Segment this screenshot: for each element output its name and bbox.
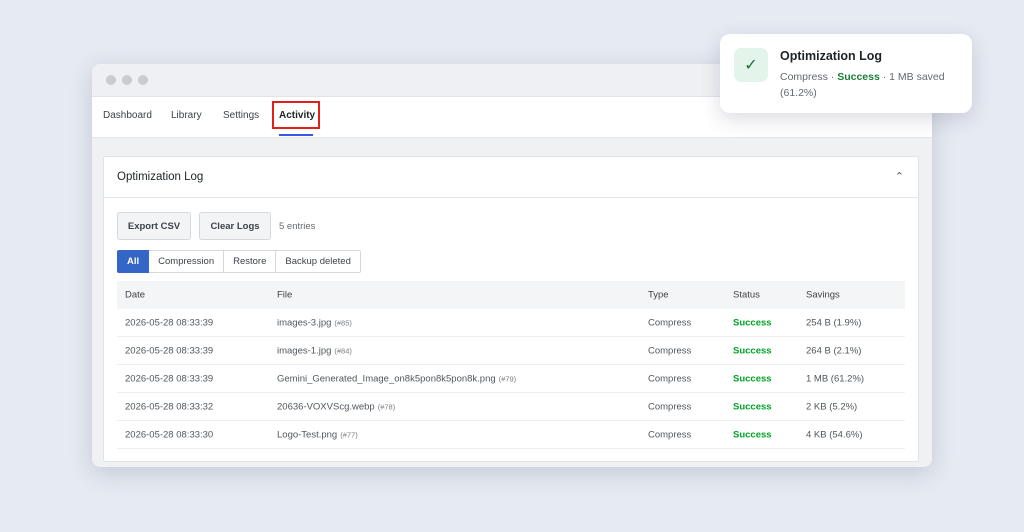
toast-type: Compress (780, 71, 828, 83)
window-maximize-dot[interactable] (138, 75, 148, 85)
row-date: 2026-05-28 08:33:39 (125, 345, 214, 356)
table-row: 2026-05-28 08:33:39 images-3.jpg (#85) Co… (117, 309, 905, 337)
row-type: Compress (648, 317, 692, 328)
toast-separator: · (830, 71, 835, 83)
row-file-id: (#77) (340, 430, 358, 439)
row-savings: 2 KB (5.2%) (806, 401, 858, 412)
tab-dashboard[interactable]: Dashboard (103, 110, 152, 121)
row-savings: 4 KB (54.6%) (806, 429, 863, 440)
row-savings: 254 B (1.9%) (806, 317, 862, 328)
row-savings: 264 B (2.1%) (806, 345, 862, 356)
tab-library[interactable]: Library (171, 110, 202, 121)
header-file[interactable]: File (277, 290, 292, 301)
entries-count: 5 entries (279, 221, 316, 232)
filter-restore[interactable]: Restore (224, 250, 277, 273)
filter-backup-deleted[interactable]: Backup deleted (276, 250, 361, 273)
card-header[interactable]: Optimization Log ⌃ (104, 157, 918, 198)
chevron-up-icon[interactable]: ⌃ (895, 170, 904, 183)
toast-notification[interactable]: ✓ Optimization Log Compress · Success · … (720, 34, 972, 113)
filter-all[interactable]: All (117, 250, 150, 273)
toast-separator: · (882, 71, 887, 83)
active-tab-indicator (279, 134, 313, 136)
table-row: 2026-05-28 08:33:32 20636-VOXVScg.webp (#… (117, 393, 905, 421)
row-type: Compress (648, 429, 692, 440)
table-row: 2026-05-28 08:33:30 Logo-Test.png (#77) C… (117, 421, 905, 449)
header-savings[interactable]: Savings (806, 290, 840, 301)
highlight-annotation-box (272, 101, 320, 129)
row-file: images-3.jpg (#85) (277, 317, 352, 328)
row-type: Compress (648, 345, 692, 356)
row-date: 2026-05-28 08:33:39 (125, 373, 214, 384)
header-status[interactable]: Status (733, 290, 760, 301)
clear-logs-button[interactable]: Clear Logs (199, 212, 271, 240)
window-minimize-dot[interactable] (122, 75, 132, 85)
toast-message: Compress · Success · 1 MB saved (61.2%) (780, 69, 960, 101)
row-date: 2026-05-28 08:33:32 (125, 401, 214, 412)
row-file: 20636-VOXVScg.webp (#78) (277, 401, 395, 412)
row-file: images-1.jpg (#84) (277, 345, 352, 356)
row-status: Success (733, 345, 772, 356)
row-status: Success (733, 373, 772, 384)
tab-settings[interactable]: Settings (223, 110, 259, 121)
toast-status: Success (837, 71, 880, 83)
header-type[interactable]: Type (648, 290, 669, 301)
row-file: Gemini_Generated_Image_on8k5pon8k5pon8k.… (277, 373, 516, 384)
row-file-id: (#79) (498, 374, 517, 383)
optimization-log-card: Optimization Log ⌃ Export CSV Clear Logs… (103, 156, 919, 462)
toast-title: Optimization Log (780, 49, 883, 63)
filter-group: All Compression Restore Backup deleted (117, 250, 361, 273)
table-row: 2026-05-28 08:33:39 images-1.jpg (#84) Co… (117, 337, 905, 365)
table-header: Date File Type Status Savings (117, 281, 905, 309)
row-file-name[interactable]: images-1.jpg (277, 345, 331, 356)
row-file-name[interactable]: Logo-Test.png (277, 429, 337, 440)
window-close-dot[interactable] (106, 75, 116, 85)
checkmark-icon: ✓ (734, 48, 768, 82)
row-type: Compress (648, 373, 692, 384)
filter-compression[interactable]: Compression (149, 250, 225, 273)
row-file-id: (#84) (334, 346, 352, 355)
export-csv-button[interactable]: Export CSV (117, 212, 191, 240)
row-file-name[interactable]: 20636-VOXVScg.webp (277, 401, 375, 412)
row-status: Success (733, 429, 772, 440)
row-type: Compress (648, 401, 692, 412)
browser-window: Dashboard Library Settings Activity Opti… (92, 64, 932, 467)
row-file-name[interactable]: images-3.jpg (277, 317, 331, 328)
row-date: 2026-05-28 08:33:30 (125, 429, 214, 440)
row-file-id: (#78) (377, 402, 396, 411)
row-status: Success (733, 401, 772, 412)
card-title: Optimization Log (117, 171, 204, 183)
row-savings: 1 MB (61.2%) (806, 373, 865, 384)
row-file-name[interactable]: Gemini_Generated_Image_on8k5pon8k5pon8k.… (277, 373, 496, 384)
activity-table: Date File Type Status Savings 2026-05-28… (117, 281, 905, 449)
row-status: Success (733, 317, 772, 328)
table-row: 2026-05-28 08:33:39 Gemini_Generated_Ima… (117, 365, 905, 393)
row-file: Logo-Test.png (#77) (277, 429, 358, 440)
header-date[interactable]: Date (125, 290, 145, 301)
row-date: 2026-05-28 08:33:39 (125, 317, 214, 328)
row-file-id: (#85) (334, 318, 352, 327)
